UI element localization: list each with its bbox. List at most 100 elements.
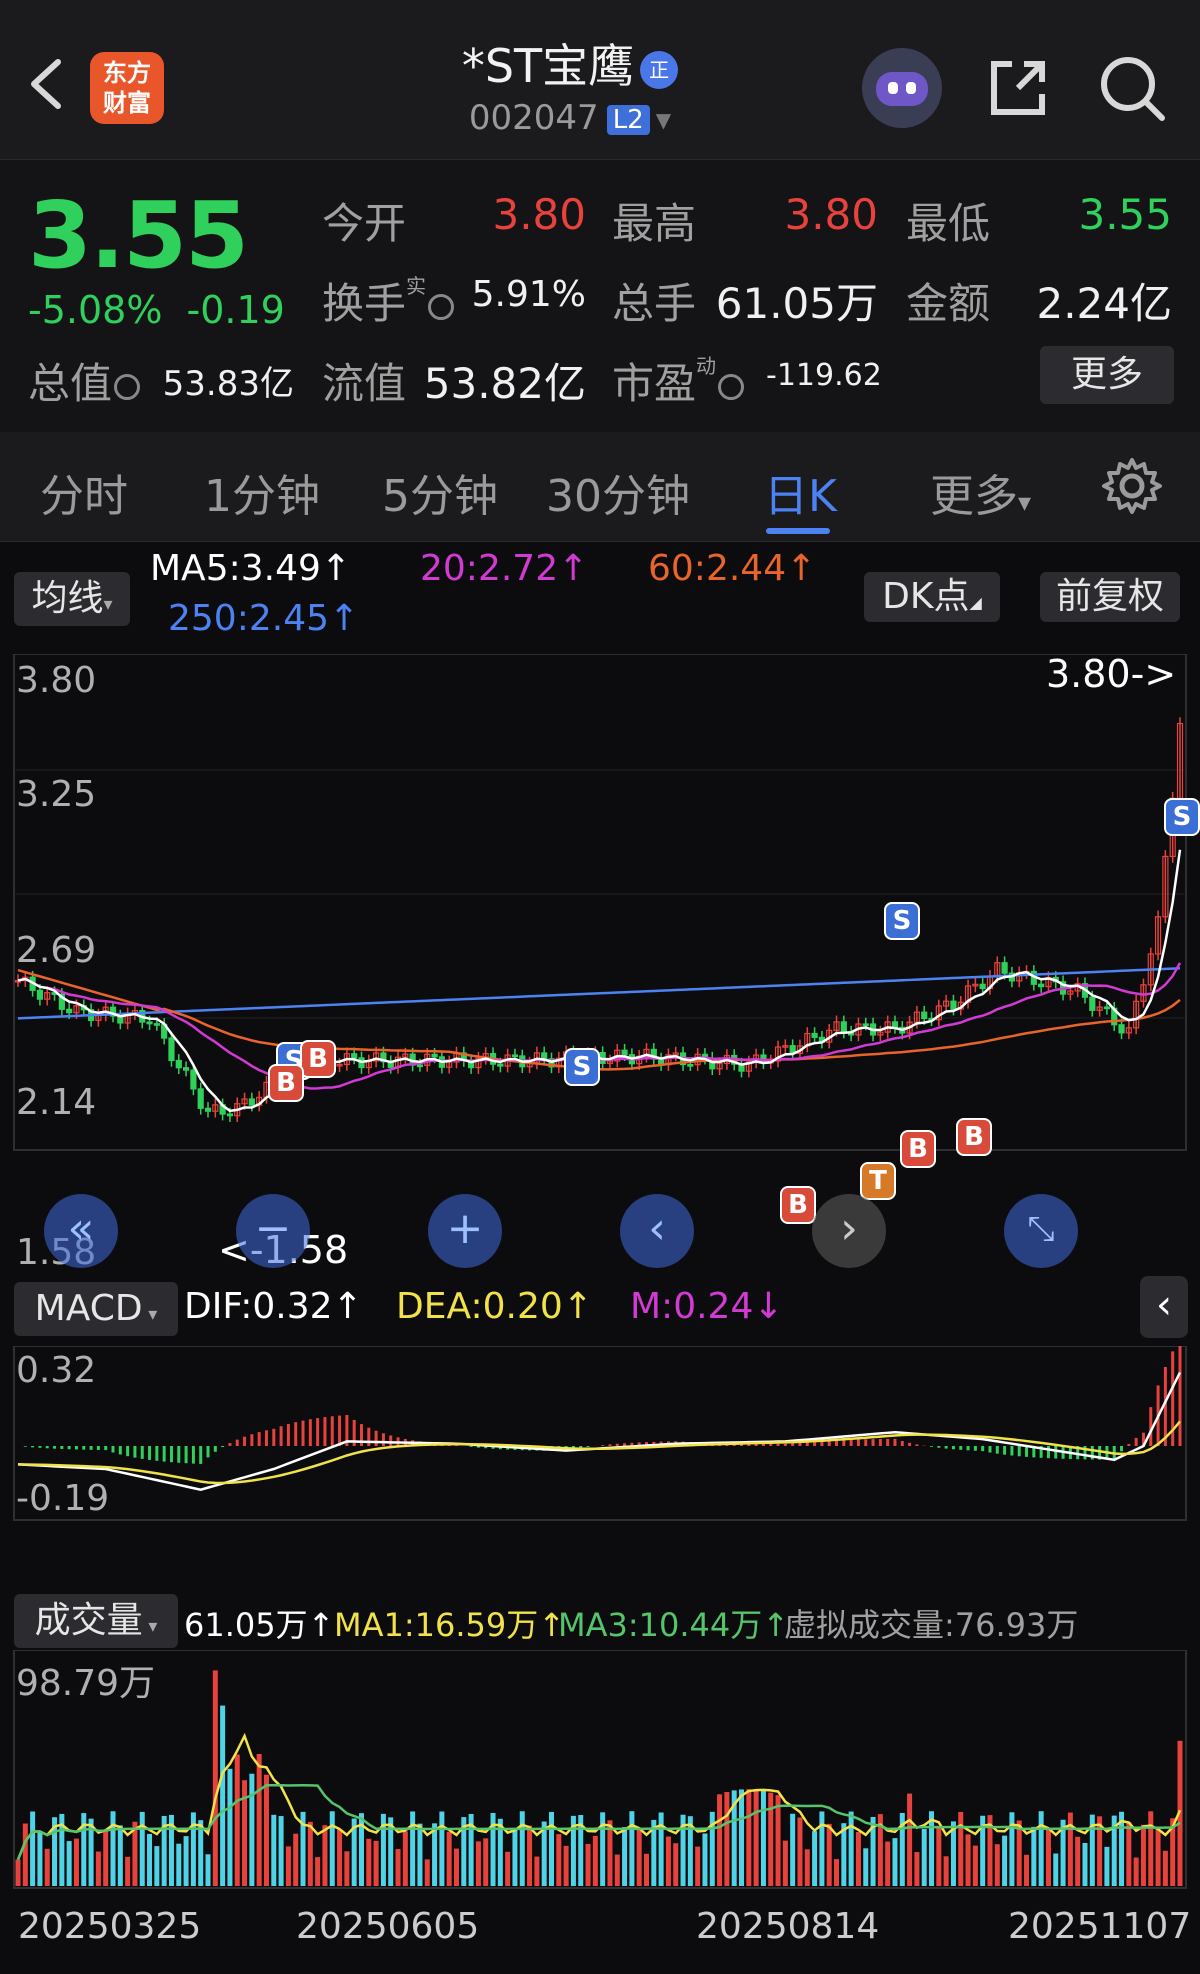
macd-chart[interactable] [0,1346,1200,1522]
mktcap-value: 53.83亿 [162,364,294,404]
sell-marker[interactable]: S [564,1048,600,1086]
volume-bar [760,1790,766,1886]
volume-bar [826,1823,832,1886]
info-ring-icon[interactable] [718,373,745,400]
tab-timeshare[interactable]: 分时 [40,460,128,524]
mktcap-label-wrap: 总值 [28,350,141,411]
volume-bar [556,1834,562,1886]
volume-bar [315,1857,321,1886]
volume-bar [695,1846,701,1886]
level2-badge: L2 [606,104,650,135]
volume-bar [614,1854,620,1886]
candle-body [891,1021,899,1028]
buy-marker[interactable]: B [780,1186,816,1224]
volume-bar [1075,1836,1081,1886]
volume-bar [410,1811,416,1886]
volume-bar [125,1856,131,1886]
tab-30min[interactable]: 30分钟 [546,460,690,524]
corner-triangle-icon: ◢ [969,593,982,612]
candle-body [416,1064,424,1068]
robot-assistant-icon[interactable] [862,48,942,128]
volume-bar [841,1823,847,1886]
t-marker[interactable]: T [860,1162,896,1200]
caret-down-icon: ▾ [103,594,113,615]
zoom-out-icon[interactable]: − [236,1194,310,1268]
candle-body [248,1098,255,1106]
volume-bar [307,1821,313,1886]
volume-selector[interactable]: 成交量 ▾ [14,1594,178,1648]
tab-5min[interactable]: 5分钟 [382,460,498,524]
ma-selector[interactable]: 均线▾ [14,572,130,626]
next-icon[interactable]: › [812,1194,886,1268]
more-quote-button[interactable]: 更多 [1040,346,1174,404]
sell-marker[interactable]: S [884,902,920,940]
tab-more-label: 更多 [930,471,1018,522]
share-icon[interactable] [982,52,1054,124]
buy-marker[interactable]: B [900,1130,936,1168]
volume-bar [117,1825,123,1886]
dropdown-triangle-icon: ▼ [655,107,672,132]
candle-body [197,1088,204,1109]
app-logo[interactable]: 东方 财富 [90,52,164,124]
zoom-in-icon[interactable]: + [428,1194,502,1268]
volume-bar [972,1845,978,1886]
volume-bar [819,1811,825,1886]
stock-title[interactable]: *ST宝鹰正 [360,30,780,96]
turnover-label: 换手 [322,279,407,328]
volume-bar [234,1754,240,1886]
dk-point-button[interactable]: DK点◢ [864,572,1000,622]
volume-chart[interactable] [0,1650,1200,1890]
volume-bar [1126,1822,1132,1886]
volume-bar [293,1833,299,1886]
info-ring-icon[interactable] [428,293,455,320]
volume-bar [446,1831,452,1886]
info-ring-icon[interactable] [114,373,141,400]
stock-code-row[interactable]: 002047 L2 ▼ [360,98,780,138]
volume-bar [139,1811,145,1886]
buy-marker[interactable]: B [300,1040,336,1078]
macd-selector[interactable]: MACD ▾ [14,1282,178,1336]
volume-bar [1002,1835,1008,1886]
volume-bar [907,1793,913,1886]
volume-bar [256,1754,262,1886]
volume-ma3: MA3:10.44万↑ [558,1606,790,1644]
ma5-value: MA5:3.49↑ [150,548,352,589]
volume-bar [724,1792,730,1886]
back-button[interactable] [22,48,70,120]
search-icon[interactable] [1096,52,1168,124]
ma20-value: 20:2.72↑ [420,548,589,589]
volume-bar [673,1843,679,1886]
current-price: 3.55 [28,182,249,289]
volume-label: 总手 [612,279,697,328]
sell-marker[interactable]: S [1164,798,1200,836]
volume-bar [548,1811,554,1886]
volume-bar [329,1811,335,1886]
adjust-button[interactable]: 前复权 [1040,572,1180,622]
date-axis-label: 20250605 [296,1906,480,1947]
volume-bar [512,1829,518,1886]
date-axis-label: 20250814 [696,1906,880,1947]
volume-bar [424,1859,430,1886]
virtual-volume: 虚拟成交量:76.93万 [784,1606,1079,1644]
volume-bar [936,1825,942,1886]
volume-bar [1133,1857,1139,1886]
kline-chart[interactable] [0,654,1200,1154]
volume-bar [812,1831,818,1886]
volume-bar [95,1851,101,1886]
rewind-icon[interactable]: « [44,1194,118,1268]
tab-1min[interactable]: 1分钟 [204,460,320,524]
prev-icon[interactable]: ‹ [620,1194,694,1268]
tab-more[interactable]: 更多▾ [930,460,1031,524]
buy-marker[interactable]: B [268,1064,304,1102]
volume-bar [914,1852,920,1886]
volume-bar [322,1825,328,1886]
settings-gear-icon[interactable] [1100,454,1164,518]
volume-bar [892,1838,898,1886]
price-axis-label: 3.25 [16,774,97,815]
tab-daily-k[interactable]: 日K [764,460,837,524]
fullscreen-icon[interactable]: ⤡ [1004,1194,1078,1268]
buy-marker[interactable]: B [956,1118,992,1156]
volume-bar [73,1838,79,1886]
open-value: 3.80 [492,190,586,239]
collapse-panel-button[interactable]: ‹ [1140,1276,1188,1338]
